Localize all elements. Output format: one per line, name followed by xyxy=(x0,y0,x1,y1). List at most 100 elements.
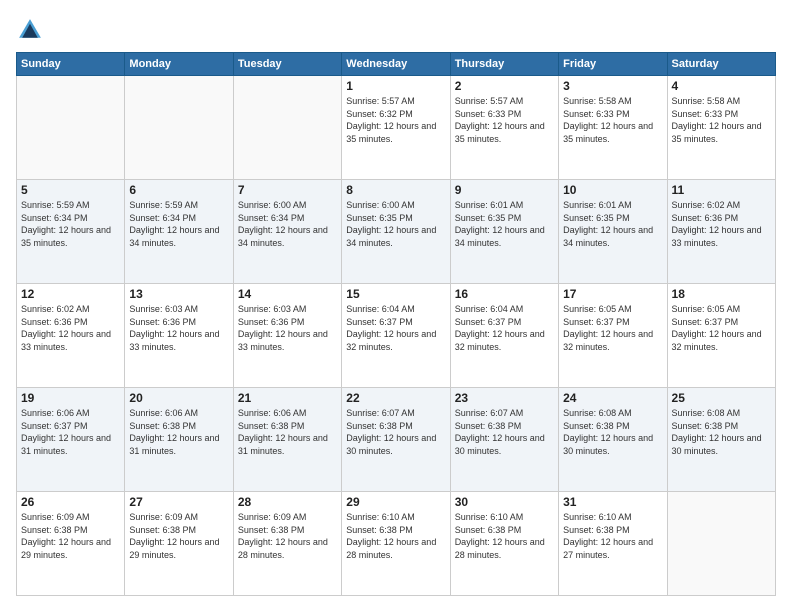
day-info: Sunrise: 6:01 AM Sunset: 6:35 PM Dayligh… xyxy=(563,199,662,249)
day-number: 13 xyxy=(129,287,228,301)
header xyxy=(16,16,776,44)
day-info: Sunrise: 6:00 AM Sunset: 6:35 PM Dayligh… xyxy=(346,199,445,249)
week-row-5: 26 Sunrise: 6:09 AM Sunset: 6:38 PM Dayli… xyxy=(17,492,776,596)
week-row-1: 1Sunrise: 5:57 AM Sunset: 6:32 PM Daylig… xyxy=(17,76,776,180)
weekday-header-monday: Monday xyxy=(125,53,233,76)
day-info: Sunrise: 6:10 AM Sunset: 6:38 PM Dayligh… xyxy=(563,511,662,561)
day-number: 8 xyxy=(346,183,445,197)
calendar: SundayMondayTuesdayWednesdayThursdayFrid… xyxy=(16,52,776,596)
day-info: Sunrise: 6:05 AM Sunset: 6:37 PM Dayligh… xyxy=(563,303,662,353)
calendar-cell: 30Sunrise: 6:10 AM Sunset: 6:38 PM Dayli… xyxy=(450,492,558,596)
calendar-cell: 3Sunrise: 5:58 AM Sunset: 6:33 PM Daylig… xyxy=(559,76,667,180)
day-number: 26 xyxy=(21,495,120,509)
calendar-cell: 9Sunrise: 6:01 AM Sunset: 6:35 PM Daylig… xyxy=(450,180,558,284)
weekday-header-tuesday: Tuesday xyxy=(233,53,341,76)
calendar-cell: 23Sunrise: 6:07 AM Sunset: 6:38 PM Dayli… xyxy=(450,388,558,492)
weekday-header-friday: Friday xyxy=(559,53,667,76)
calendar-cell xyxy=(233,76,341,180)
calendar-cell: 8 Sunrise: 6:00 AM Sunset: 6:35 PM Daylig… xyxy=(342,180,450,284)
calendar-cell xyxy=(125,76,233,180)
day-info: Sunrise: 5:57 AM Sunset: 6:33 PM Dayligh… xyxy=(455,95,554,145)
day-info: Sunrise: 6:08 AM Sunset: 6:38 PM Dayligh… xyxy=(563,407,662,457)
calendar-cell: 1Sunrise: 5:57 AM Sunset: 6:32 PM Daylig… xyxy=(342,76,450,180)
day-info: Sunrise: 6:07 AM Sunset: 6:38 PM Dayligh… xyxy=(346,407,445,457)
day-number: 15 xyxy=(346,287,445,301)
calendar-cell: 12Sunrise: 6:02 AM Sunset: 6:36 PM Dayli… xyxy=(17,284,125,388)
day-number: 10 xyxy=(563,183,662,197)
calendar-cell: 7Sunrise: 6:00 AM Sunset: 6:34 PM Daylig… xyxy=(233,180,341,284)
calendar-cell: 25 Sunrise: 6:08 AM Sunset: 6:38 PM Dayli… xyxy=(667,388,775,492)
week-row-3: 12Sunrise: 6:02 AM Sunset: 6:36 PM Dayli… xyxy=(17,284,776,388)
day-number: 23 xyxy=(455,391,554,405)
day-number: 30 xyxy=(455,495,554,509)
day-info: Sunrise: 6:06 AM Sunset: 6:37 PM Dayligh… xyxy=(21,407,120,457)
weekday-header-sunday: Sunday xyxy=(17,53,125,76)
calendar-cell: 31 Sunrise: 6:10 AM Sunset: 6:38 PM Dayli… xyxy=(559,492,667,596)
calendar-cell: 14 Sunrise: 6:03 AM Sunset: 6:36 PM Dayli… xyxy=(233,284,341,388)
day-info: Sunrise: 6:05 AM Sunset: 6:37 PM Dayligh… xyxy=(672,303,771,353)
calendar-cell xyxy=(17,76,125,180)
day-info: Sunrise: 6:06 AM Sunset: 6:38 PM Dayligh… xyxy=(238,407,337,457)
week-row-2: 5 Sunrise: 5:59 AM Sunset: 6:34 PM Daylig… xyxy=(17,180,776,284)
day-info: Sunrise: 6:09 AM Sunset: 6:38 PM Dayligh… xyxy=(238,511,337,561)
calendar-cell: 5 Sunrise: 5:59 AM Sunset: 6:34 PM Daylig… xyxy=(17,180,125,284)
day-info: Sunrise: 6:01 AM Sunset: 6:35 PM Dayligh… xyxy=(455,199,554,249)
weekday-header-saturday: Saturday xyxy=(667,53,775,76)
calendar-cell: 24Sunrise: 6:08 AM Sunset: 6:38 PM Dayli… xyxy=(559,388,667,492)
day-number: 3 xyxy=(563,79,662,93)
day-info: Sunrise: 6:08 AM Sunset: 6:38 PM Dayligh… xyxy=(672,407,771,457)
calendar-cell: 15 Sunrise: 6:04 AM Sunset: 6:37 PM Dayli… xyxy=(342,284,450,388)
day-info: Sunrise: 5:58 AM Sunset: 6:33 PM Dayligh… xyxy=(672,95,771,145)
weekday-header-wednesday: Wednesday xyxy=(342,53,450,76)
day-number: 22 xyxy=(346,391,445,405)
calendar-cell xyxy=(667,492,775,596)
calendar-cell: 22 Sunrise: 6:07 AM Sunset: 6:38 PM Dayli… xyxy=(342,388,450,492)
day-number: 5 xyxy=(21,183,120,197)
weekday-header-row: SundayMondayTuesdayWednesdayThursdayFrid… xyxy=(17,53,776,76)
logo xyxy=(16,16,48,44)
calendar-cell: 2 Sunrise: 5:57 AM Sunset: 6:33 PM Daylig… xyxy=(450,76,558,180)
day-number: 7 xyxy=(238,183,337,197)
day-info: Sunrise: 6:04 AM Sunset: 6:37 PM Dayligh… xyxy=(346,303,445,353)
day-info: Sunrise: 5:59 AM Sunset: 6:34 PM Dayligh… xyxy=(21,199,120,249)
day-number: 12 xyxy=(21,287,120,301)
day-number: 20 xyxy=(129,391,228,405)
calendar-cell: 26 Sunrise: 6:09 AM Sunset: 6:38 PM Dayli… xyxy=(17,492,125,596)
day-number: 18 xyxy=(672,287,771,301)
calendar-cell: 6Sunrise: 5:59 AM Sunset: 6:34 PM Daylig… xyxy=(125,180,233,284)
calendar-cell: 20 Sunrise: 6:06 AM Sunset: 6:38 PM Dayli… xyxy=(125,388,233,492)
day-number: 19 xyxy=(21,391,120,405)
day-number: 25 xyxy=(672,391,771,405)
day-number: 27 xyxy=(129,495,228,509)
day-number: 29 xyxy=(346,495,445,509)
calendar-cell: 16 Sunrise: 6:04 AM Sunset: 6:37 PM Dayli… xyxy=(450,284,558,388)
day-number: 1 xyxy=(346,79,445,93)
day-number: 31 xyxy=(563,495,662,509)
day-info: Sunrise: 6:04 AM Sunset: 6:37 PM Dayligh… xyxy=(455,303,554,353)
calendar-cell: 28 Sunrise: 6:09 AM Sunset: 6:38 PM Dayli… xyxy=(233,492,341,596)
day-number: 16 xyxy=(455,287,554,301)
day-number: 17 xyxy=(563,287,662,301)
weekday-header-thursday: Thursday xyxy=(450,53,558,76)
day-number: 21 xyxy=(238,391,337,405)
day-number: 28 xyxy=(238,495,337,509)
calendar-cell: 11Sunrise: 6:02 AM Sunset: 6:36 PM Dayli… xyxy=(667,180,775,284)
day-info: Sunrise: 6:03 AM Sunset: 6:36 PM Dayligh… xyxy=(238,303,337,353)
calendar-cell: 18 Sunrise: 6:05 AM Sunset: 6:37 PM Dayli… xyxy=(667,284,775,388)
day-info: Sunrise: 6:06 AM Sunset: 6:38 PM Dayligh… xyxy=(129,407,228,457)
day-info: Sunrise: 6:03 AM Sunset: 6:36 PM Dayligh… xyxy=(129,303,228,353)
calendar-cell: 10 Sunrise: 6:01 AM Sunset: 6:35 PM Dayli… xyxy=(559,180,667,284)
day-info: Sunrise: 6:02 AM Sunset: 6:36 PM Dayligh… xyxy=(672,199,771,249)
calendar-cell: 29 Sunrise: 6:10 AM Sunset: 6:38 PM Dayli… xyxy=(342,492,450,596)
day-number: 2 xyxy=(455,79,554,93)
calendar-cell: 19 Sunrise: 6:06 AM Sunset: 6:37 PM Dayli… xyxy=(17,388,125,492)
day-info: Sunrise: 5:59 AM Sunset: 6:34 PM Dayligh… xyxy=(129,199,228,249)
logo-icon xyxy=(16,16,44,44)
day-number: 14 xyxy=(238,287,337,301)
day-info: Sunrise: 6:09 AM Sunset: 6:38 PM Dayligh… xyxy=(21,511,120,561)
calendar-cell: 27 Sunrise: 6:09 AM Sunset: 6:38 PM Dayli… xyxy=(125,492,233,596)
day-info: Sunrise: 6:09 AM Sunset: 6:38 PM Dayligh… xyxy=(129,511,228,561)
week-row-4: 19 Sunrise: 6:06 AM Sunset: 6:37 PM Dayli… xyxy=(17,388,776,492)
page: SundayMondayTuesdayWednesdayThursdayFrid… xyxy=(0,0,792,612)
day-info: Sunrise: 6:10 AM Sunset: 6:38 PM Dayligh… xyxy=(346,511,445,561)
